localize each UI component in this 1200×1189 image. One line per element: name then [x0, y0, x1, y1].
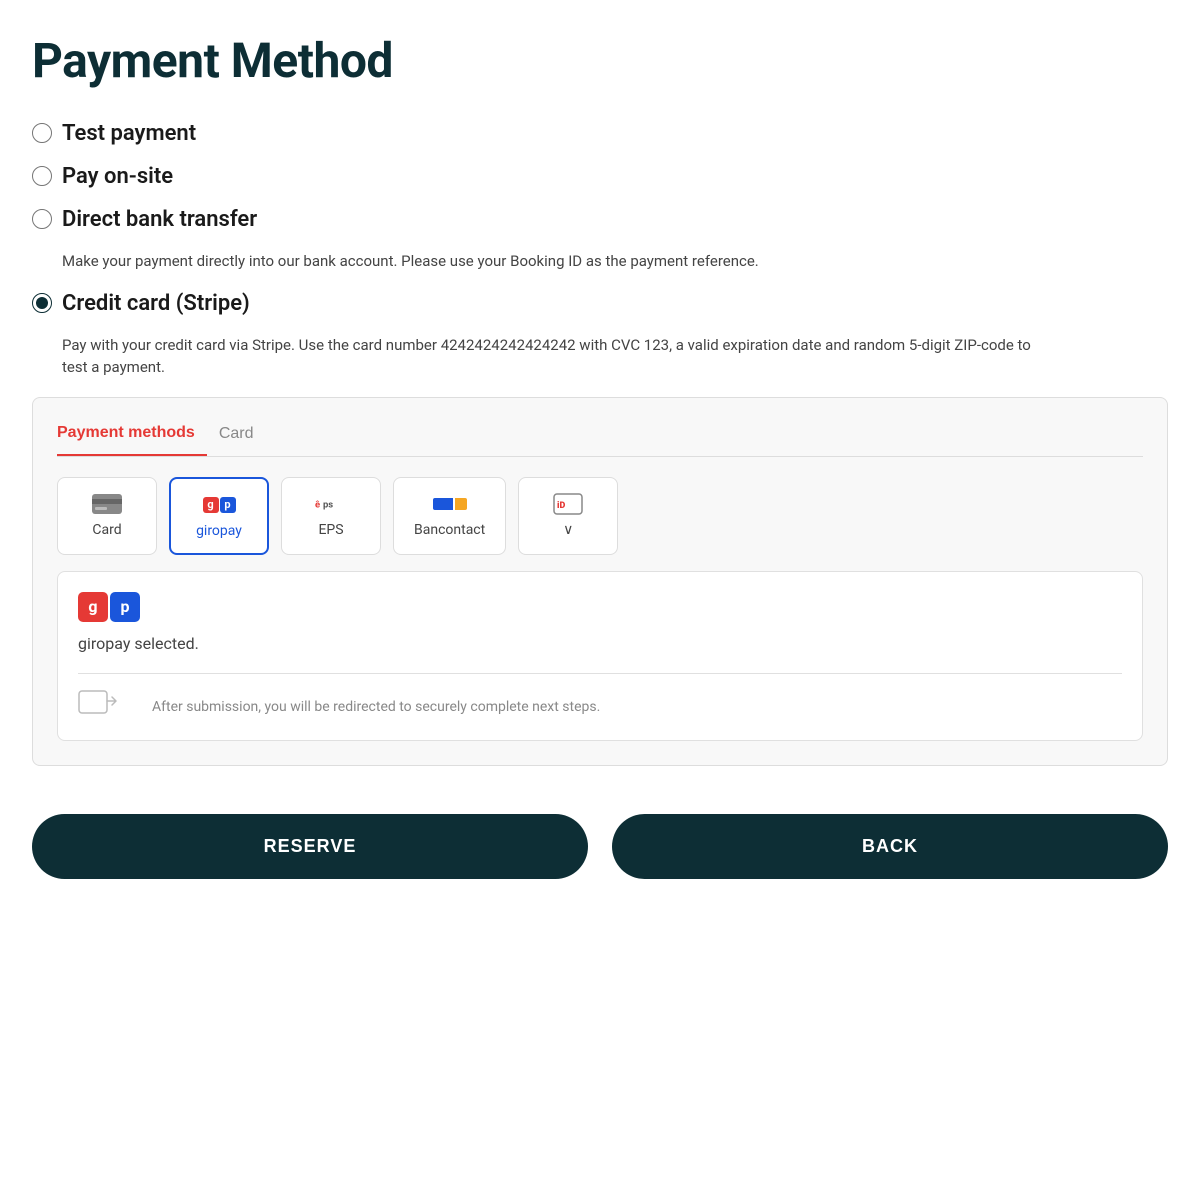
giropay-selected-box: g p giropay selected. After submission, … [57, 571, 1143, 741]
label-onsite[interactable]: Pay on-site [62, 164, 173, 189]
redirect-icon-wrapper [78, 690, 120, 724]
redirect-text: After submission, you will be redirected… [152, 699, 600, 715]
card-icon [91, 492, 123, 516]
reserve-button[interactable]: RESERVE [32, 814, 588, 879]
svg-text:iD: iD [557, 501, 565, 511]
payment-option-bank: Direct bank transfer [32, 207, 1168, 232]
giropay-icon-area: g p [203, 493, 235, 517]
giropay-selected-text: giropay selected. [78, 634, 1122, 653]
payment-methods-grid: Card g p giropay ê ps EPS [57, 477, 1143, 555]
svg-text:ps: ps [323, 499, 333, 510]
stripe-description: Pay with your credit card via Stripe. Us… [62, 334, 1042, 379]
stripe-payment-box: Payment methods Card Card g p g [32, 397, 1168, 766]
eps-icon-area: ê ps [315, 492, 347, 516]
giro-lg-p: p [110, 592, 140, 622]
giropay-icon: g p [203, 497, 236, 513]
back-button[interactable]: BACK [612, 814, 1168, 879]
label-test[interactable]: Test payment [62, 121, 196, 146]
payment-option-test: Test payment [32, 121, 1168, 146]
method-card[interactable]: Card [57, 477, 157, 555]
tab-payment-methods[interactable]: Payment methods [57, 418, 207, 456]
label-stripe[interactable]: Credit card (Stripe) [62, 291, 250, 316]
svg-text:ê: ê [315, 499, 320, 510]
footer-buttons: RESERVE BACK [32, 814, 1168, 879]
eps-icon: ê ps [315, 492, 347, 516]
bank-description: Make your payment directly into our bank… [62, 250, 1042, 273]
giro-g: g [203, 497, 219, 513]
radio-stripe[interactable] [32, 293, 52, 313]
stripe-tabs: Payment methods Card [57, 418, 1143, 457]
bancontact-label: Bancontact [414, 522, 485, 538]
more-label: ∨ [563, 522, 573, 538]
method-giropay[interactable]: g p giropay [169, 477, 269, 555]
radio-onsite[interactable] [32, 166, 52, 186]
bc-yellow [455, 498, 467, 510]
method-bancontact[interactable]: Bancontact [393, 477, 506, 555]
eps-label: EPS [318, 522, 343, 538]
giro-lg-g: g [78, 592, 108, 622]
page-title: Payment Method [32, 32, 1168, 89]
payment-option-stripe: Credit card (Stripe) [32, 291, 1168, 316]
card-label: Card [92, 522, 121, 538]
radio-test[interactable] [32, 123, 52, 143]
card-icon-area [91, 492, 123, 516]
redirect-icon [78, 690, 120, 720]
giropay-label: giropay [196, 523, 242, 539]
radio-bank[interactable] [32, 209, 52, 229]
giro-p: p [220, 497, 236, 513]
method-eps[interactable]: ê ps EPS [281, 477, 381, 555]
bc-blue [433, 498, 453, 510]
more-icon-area: iD [552, 492, 584, 516]
bancontact-icon-area [434, 492, 466, 516]
giropay-header: g p [78, 592, 1122, 622]
payment-option-onsite: Pay on-site [32, 164, 1168, 189]
tab-card[interactable]: Card [219, 418, 266, 456]
more-icon: iD [552, 492, 584, 516]
method-more[interactable]: iD ∨ [518, 477, 618, 555]
bancontact-icon [433, 498, 467, 510]
redirect-notice: After submission, you will be redirected… [78, 673, 1122, 740]
label-bank[interactable]: Direct bank transfer [62, 207, 257, 232]
giropay-logo-large: g p [78, 592, 140, 622]
